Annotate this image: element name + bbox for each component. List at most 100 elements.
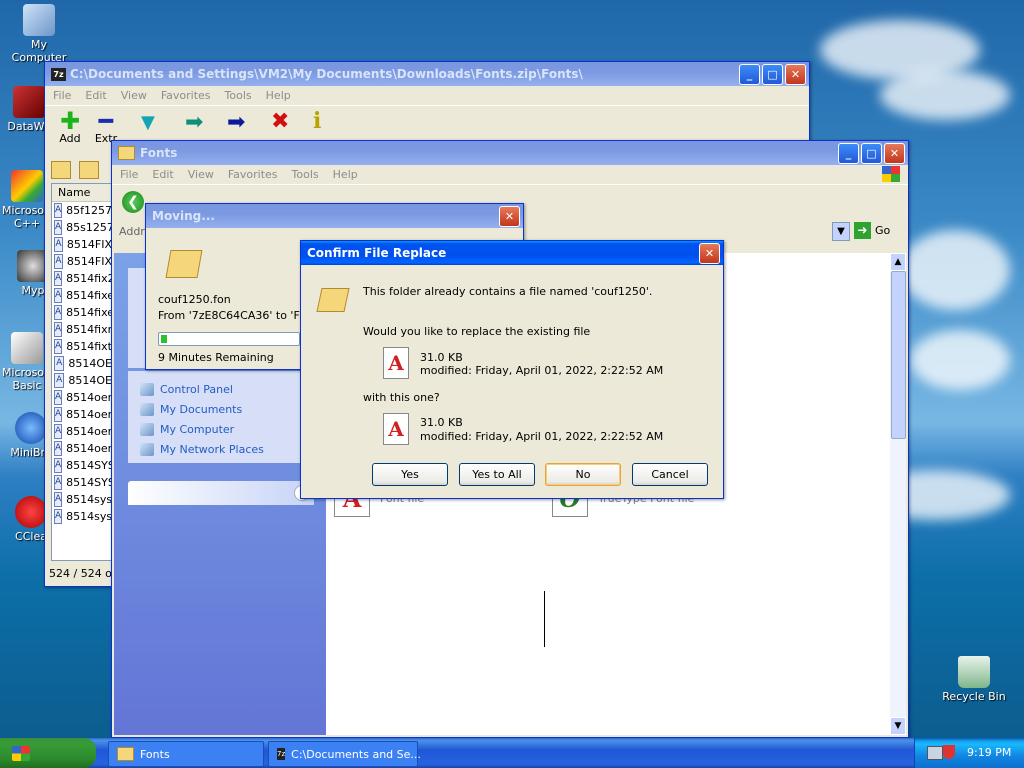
column-name-header[interactable]: Name [52, 184, 112, 202]
menu-edit[interactable]: Edit [152, 168, 173, 181]
menu-view[interactable]: View [121, 89, 147, 102]
copy-button[interactable]: ➡ [185, 110, 203, 135]
moving-dialog-titlebar[interactable]: Moving... ✕ [146, 204, 523, 228]
zip-file-list[interactable]: Name A 85f1257 A 85s1257 A 8514FIX A 8514FIX A 85… [51, 183, 113, 561]
info-button[interactable]: i [313, 108, 321, 134]
zip-pathbar [51, 161, 111, 181]
close-button[interactable]: ✕ [699, 243, 720, 264]
list-item[interactable]: A 8514sys [52, 491, 112, 508]
list-item[interactable]: A 8514SYS [52, 474, 112, 491]
font-file-icon: A [54, 458, 63, 473]
moving-file-name: couf1250.fon [158, 293, 231, 306]
list-item[interactable]: A 8514oen [52, 440, 112, 457]
menu-view[interactable]: View [188, 168, 214, 181]
details-panel-header[interactable]: ▾ [128, 481, 314, 505]
list-item[interactable]: A 8514OE [52, 355, 112, 372]
font-file-icon: A [54, 305, 63, 320]
no-button[interactable]: No [545, 463, 621, 486]
list-item[interactable]: A 8514sys [52, 508, 112, 525]
list-item[interactable]: A 8514FIX [52, 236, 112, 253]
msvc-icon [11, 170, 43, 202]
font-file-icon: A [54, 237, 63, 252]
list-item[interactable]: A 8514OE [52, 372, 112, 389]
maximize-button[interactable]: □ [861, 143, 882, 164]
replace-question: Would you like to replace the existing f… [363, 325, 591, 338]
security-shield-icon[interactable] [943, 745, 955, 759]
minus-icon: ━ [98, 107, 114, 135]
close-button[interactable]: ✕ [499, 206, 520, 227]
font-file-icon: A [54, 475, 63, 490]
time-remaining: 9 Minutes Remaining [158, 351, 274, 364]
new-file-modified: modified: Friday, April 01, 2022, 2:22:5… [420, 430, 664, 443]
fonts-window-titlebar[interactable]: Fonts _ □ ✕ [112, 141, 908, 165]
yes-button[interactable]: Yes [372, 463, 448, 486]
minimize-button[interactable]: _ [739, 64, 760, 85]
scroll-thumb[interactable] [891, 271, 906, 439]
vertical-scrollbar[interactable]: ▲ ▼ [890, 253, 906, 735]
start-button[interactable] [0, 738, 96, 768]
confirm-dialog-title: Confirm File Replace [307, 246, 447, 260]
address-dropdown-button[interactable]: ▼ [832, 222, 850, 241]
link-my-documents[interactable]: My Documents [128, 399, 314, 419]
menu-file[interactable]: File [120, 168, 138, 181]
clock[interactable]: 9:19 PM [967, 746, 1011, 759]
back-button[interactable]: ❮ [122, 191, 144, 213]
close-button[interactable]: ✕ [884, 143, 905, 164]
new-font-file-icon: A [383, 413, 409, 445]
menu-favorites[interactable]: Favorites [228, 168, 278, 181]
scroll-up-button[interactable]: ▲ [890, 253, 906, 271]
list-item[interactable]: A 85s1257 [52, 219, 112, 236]
link-my-computer[interactable]: My Computer [128, 419, 314, 439]
folder-icon [118, 146, 135, 160]
network-icon[interactable] [927, 746, 943, 760]
list-item[interactable]: A 8514fixt [52, 338, 112, 355]
menu-tools[interactable]: Tools [292, 168, 319, 181]
desktop-icon-my-computer[interactable]: My Computer [2, 4, 76, 64]
my-computer-icon [23, 4, 55, 36]
zip-window-titlebar[interactable]: 7z C:\Documents and Settings\VM2\My Docu… [45, 62, 809, 86]
list-item[interactable]: A 8514SYS [52, 457, 112, 474]
font-file-icon: A [54, 271, 63, 286]
menu-favorites[interactable]: Favorites [161, 89, 211, 102]
fonts-menubar: File Edit View Favorites Tools Help [112, 165, 908, 185]
cancel-button[interactable]: Cancel [632, 463, 708, 486]
list-item[interactable]: A 8514fixr [52, 321, 112, 338]
existing-file-size: 31.0 KB [420, 351, 463, 364]
list-item[interactable]: A 8514oen [52, 423, 112, 440]
control-panel-icon [140, 382, 154, 396]
up-folder-icon[interactable] [51, 161, 71, 179]
minimize-button[interactable]: _ [838, 143, 859, 164]
recycle-bin-icon [958, 656, 990, 688]
test-button[interactable]: ▼ [141, 112, 155, 133]
go-button[interactable]: ➜ Go [854, 222, 890, 239]
confirm-replace-dialog[interactable]: Confirm File Replace ✕ This folder alrea… [300, 240, 724, 499]
menu-help[interactable]: Help [333, 168, 358, 181]
move-button[interactable]: ➡ [227, 110, 245, 135]
add-button[interactable]: ✚ Add [55, 109, 85, 145]
link-control-panel[interactable]: Control Panel [128, 379, 314, 399]
menu-file[interactable]: File [53, 89, 71, 102]
menu-help[interactable]: Help [266, 89, 291, 102]
desktop-icon-recycle-bin[interactable]: Recycle Bin [937, 656, 1011, 703]
link-my-network-places[interactable]: My Network Places [128, 439, 314, 459]
task-7zip[interactable]: 7z C:\Documents and Se... [268, 741, 421, 767]
list-item[interactable]: A 8514fix2 [52, 270, 112, 287]
yes-to-all-button[interactable]: Yes to All [459, 463, 535, 486]
scroll-down-button[interactable]: ▼ [890, 717, 906, 735]
list-item[interactable]: A 85f1257 [52, 202, 112, 219]
list-item[interactable]: A 8514oen [52, 406, 112, 423]
task-fonts[interactable]: Fonts [108, 741, 264, 767]
font-file-icon: A [54, 441, 63, 456]
maximize-button[interactable]: □ [762, 64, 783, 85]
list-item[interactable]: A 8514FIX [52, 253, 112, 270]
list-item[interactable]: A 8514fixe [52, 287, 112, 304]
menu-edit[interactable]: Edit [85, 89, 106, 102]
zip-window-title: C:\Documents and Settings\VM2\My Documen… [70, 67, 583, 81]
list-item[interactable]: A 8514fixe [52, 304, 112, 321]
delete-button[interactable]: ✖ [271, 109, 289, 134]
close-button[interactable]: ✕ [785, 64, 806, 85]
confirm-dialog-titlebar[interactable]: Confirm File Replace ✕ [301, 241, 723, 265]
list-item[interactable]: A 8514oen [52, 389, 112, 406]
menu-tools[interactable]: Tools [225, 89, 252, 102]
existing-file-modified: modified: Friday, April 01, 2022, 2:22:5… [420, 364, 664, 377]
